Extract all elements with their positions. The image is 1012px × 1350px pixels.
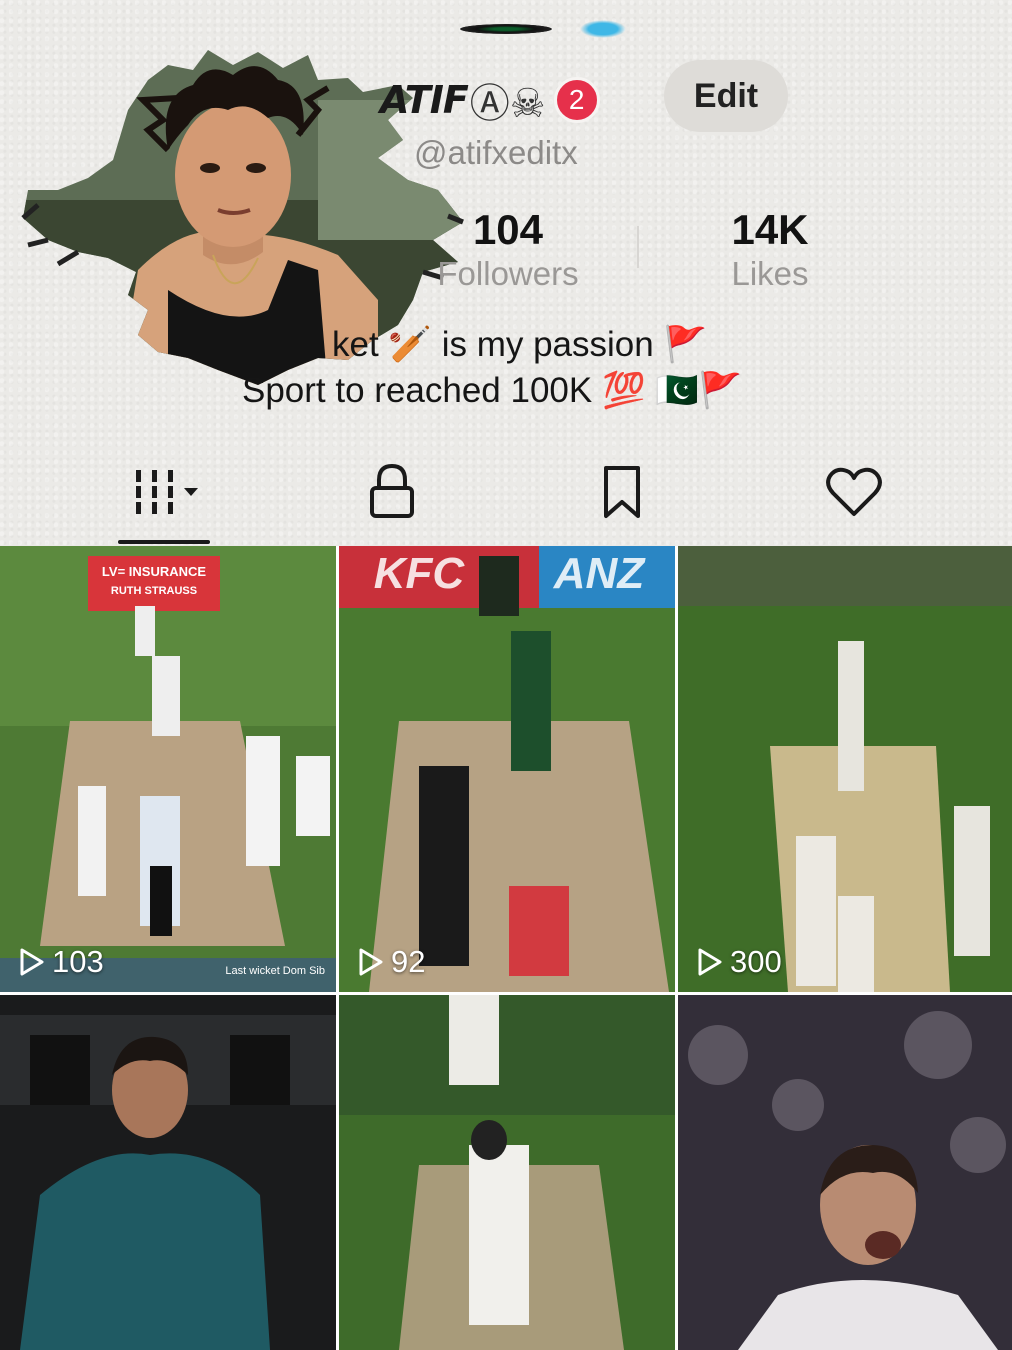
likes-count: 14K — [731, 206, 809, 253]
ad-board-text: LV= INSURANCE — [102, 564, 206, 579]
view-count-value: 300 — [730, 944, 782, 979]
play-icon — [20, 948, 44, 976]
username-handle: @atifxeditx — [414, 134, 578, 171]
tab-videos[interactable] — [118, 460, 210, 524]
profile-name-row: ATIF Ⓐ☠ 2 — [380, 70, 600, 130]
ink-mark-blue — [580, 20, 626, 38]
display-name: ATIF — [380, 78, 469, 122]
view-count: 92 — [357, 944, 425, 980]
video-tile-4[interactable] — [0, 995, 336, 1350]
bookmark-icon — [604, 466, 640, 518]
play-icon — [698, 948, 722, 976]
followers-count: 104 — [472, 206, 544, 253]
profile-tabs — [0, 440, 1012, 546]
video-tile-2[interactable]: KFC ANZ 92 — [339, 546, 675, 992]
video-tile-3[interactable]: 300 — [678, 546, 1012, 992]
ad-board-kfc: KFC — [374, 549, 466, 598]
bio-line-1: ket 🏏 is my passion 🚩 — [332, 325, 708, 364]
notification-badge[interactable]: 2 — [553, 77, 600, 123]
active-tab-indicator — [118, 540, 210, 544]
view-count-value: 92 — [391, 944, 426, 979]
followers-label: Followers — [437, 255, 579, 292]
play-icon — [359, 948, 383, 976]
ad-board-anz: ANZ — [553, 549, 647, 598]
video-tile-5[interactable] — [339, 995, 675, 1350]
view-count: 300 — [696, 944, 782, 980]
tab-saved[interactable] — [580, 460, 664, 524]
bio-line-2: Sport to reached 100K 💯 🇵🇰🚩 — [242, 371, 743, 410]
tab-private[interactable] — [350, 460, 434, 524]
heart-icon — [826, 467, 882, 516]
videos-grid-icon — [134, 470, 198, 514]
video-tile-6[interactable] — [678, 995, 1012, 1350]
ink-mark — [460, 24, 552, 34]
view-count: 103 — [18, 944, 104, 980]
view-count-value: 103 — [52, 944, 104, 979]
video-tile-1[interactable]: LV= INSURANCE RUTH STRAUSS Last wicket D… — [0, 546, 336, 992]
edit-profile-button[interactable]: Edit — [664, 60, 788, 132]
stats-divider — [637, 226, 639, 268]
likes-stat[interactable]: 14K Likes — [700, 206, 840, 294]
lock-icon — [370, 463, 414, 518]
video-caption: Last wicket Dom Sib — [225, 965, 325, 977]
followers-stat[interactable]: 104 Followers — [420, 206, 596, 294]
likes-label: Likes — [731, 255, 809, 292]
video-grid: LV= INSURANCE RUTH STRAUSS Last wicket D… — [0, 546, 1012, 1350]
tab-liked[interactable] — [812, 460, 896, 524]
status-marks — [460, 18, 630, 40]
name-decoration: Ⓐ☠ — [469, 81, 546, 127]
ad-board-text-2: RUTH STRAUSS — [111, 585, 197, 597]
